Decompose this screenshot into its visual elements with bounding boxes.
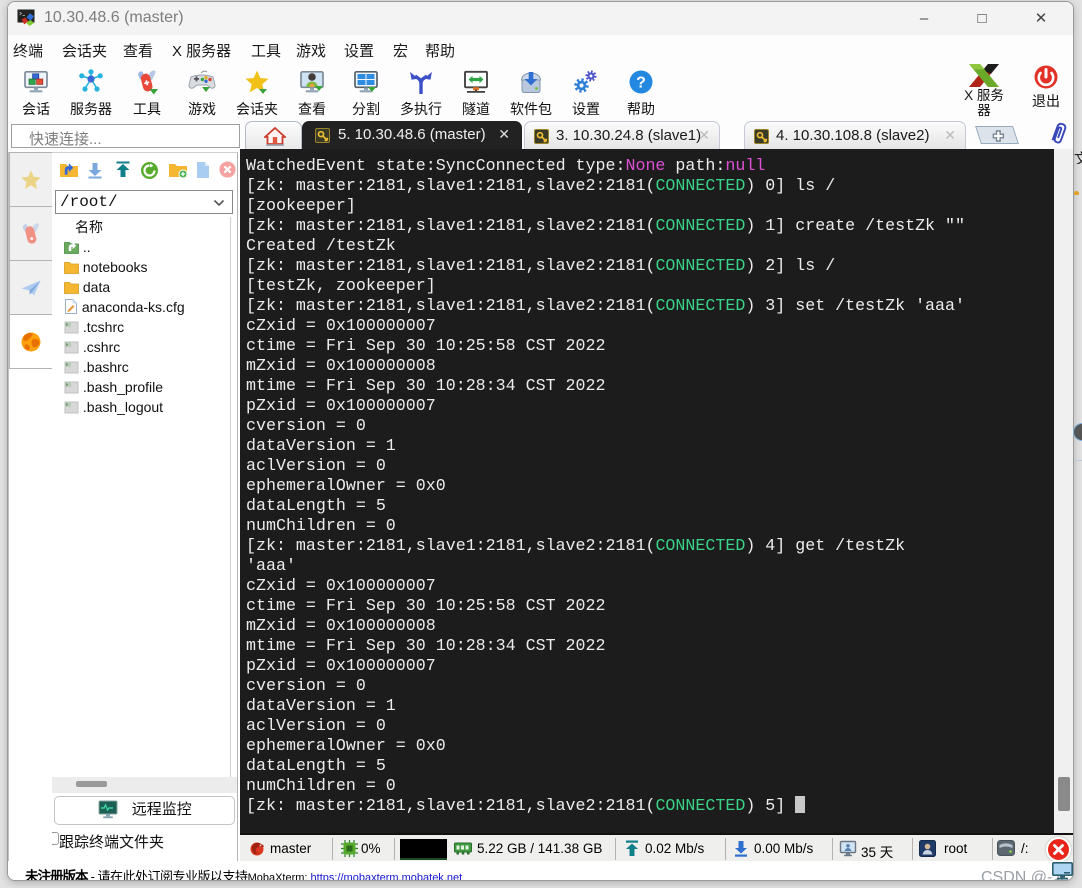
- svg-text:?: ?: [636, 75, 646, 92]
